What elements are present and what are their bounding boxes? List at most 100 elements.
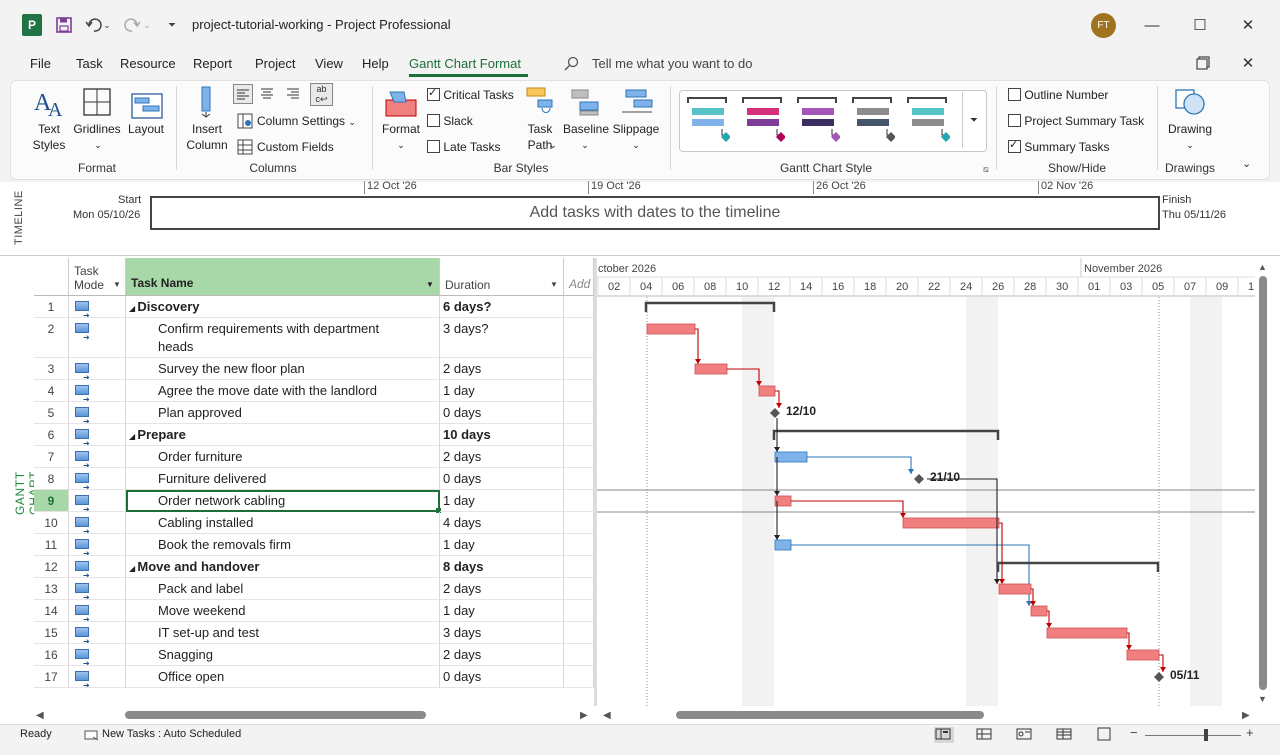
task-mode-cell[interactable]: ➔ [69,512,126,534]
add-column-cell[interactable] [564,358,594,380]
duration-cell[interactable]: 3 days? [440,318,564,358]
task-name-cell[interactable]: ◢ Move and handover [126,556,440,578]
task-mode-cell[interactable]: ➔ [69,490,126,512]
drawing-icon[interactable] [1174,86,1206,121]
wrap-text-icon[interactable]: ab c↩ [310,83,333,106]
redo-icon[interactable] [122,14,142,36]
lightbulb-search-icon[interactable] [564,56,580,75]
duration-cell[interactable]: 2 days [440,358,564,380]
column-header-add-new[interactable]: Add [564,258,594,296]
text-styles-button[interactable]: AA [34,88,64,122]
menu-resource[interactable]: Resource [120,56,176,71]
late-tasks-checkbox[interactable]: Late Tasks [427,140,501,154]
add-column-cell[interactable] [564,490,594,512]
align-center-icon[interactable] [258,84,278,104]
row-id[interactable]: 15 [34,622,69,644]
minimize-icon[interactable]: — [1141,14,1163,36]
table-row[interactable]: 5 ➔ Plan approved 0 days [34,402,594,424]
custom-fields-icon[interactable] [237,139,253,158]
row-id[interactable]: 6 [34,424,69,446]
task-name-cell[interactable]: Office open [126,666,440,688]
task-name-cell[interactable]: Book the removals firm [126,534,440,556]
table-row[interactable]: 2 ➔ Confirm requirements with department he… [34,318,594,358]
add-column-cell[interactable] [564,402,594,424]
zoom-in-icon[interactable]: + [1246,725,1254,740]
add-column-cell[interactable] [564,556,594,578]
add-column-cell[interactable] [564,446,594,468]
task-usage-view-icon[interactable] [975,727,993,744]
duration-cell[interactable]: 10 days [440,424,564,446]
row-id[interactable]: 14 [34,600,69,622]
duration-cell[interactable]: 2 days [440,578,564,600]
tell-me-search[interactable]: Tell me what you want to do [592,56,752,71]
row-id[interactable]: 7 [34,446,69,468]
row-id[interactable]: 8 [34,468,69,490]
scroll-right-icon[interactable]: ▶ [580,710,588,721]
zoom-out-icon[interactable]: − [1130,725,1138,740]
table-row[interactable]: 4 ➔ Agree the move date with the landlord 1… [34,380,594,402]
task-mode-cell[interactable]: ➔ [69,318,126,358]
task-name-cell[interactable]: Pack and label [126,578,440,600]
duration-filter-icon[interactable]: ▼ [550,280,558,289]
drawing-label[interactable]: Drawing [1164,121,1216,137]
vertical-scrollbar[interactable] [1259,276,1267,690]
task-name-cell[interactable]: Survey the new floor plan [126,358,440,380]
duration-cell[interactable]: 3 days [440,622,564,644]
slippage-icon[interactable] [620,88,654,121]
collapse-ribbon-icon[interactable]: ⌄ [1242,157,1251,170]
task-mode-cell[interactable]: ➔ [69,296,126,318]
add-column-cell[interactable] [564,318,594,358]
task-name-cell[interactable]: Plan approved [126,402,440,424]
gantt-style-magenta[interactable] [741,95,786,148]
task-mode-cell[interactable]: ➔ [69,578,126,600]
task-mode-cell[interactable]: ➔ [69,468,126,490]
task-mode-cell[interactable]: ➔ [69,556,126,578]
table-row[interactable]: 12 ➔ ◢ Move and handover 8 days [34,556,594,578]
duration-cell[interactable]: 1 day [440,534,564,556]
row-id[interactable]: 4 [34,380,69,402]
row-id[interactable]: 3 [34,358,69,380]
task-name-cell[interactable]: Agree the move date with the landlord [126,380,440,402]
outline-number-checkbox[interactable]: Outline Number [1008,88,1108,102]
table-row[interactable]: 14 ➔ Move weekend 1 day [34,600,594,622]
table-row[interactable]: 1 ➔ ◢ Discovery 6 days? [34,296,594,318]
duration-cell[interactable]: 2 days [440,644,564,666]
dialog-launcher-icon[interactable]: ⧅ [983,164,989,175]
insert-column-icon[interactable] [193,86,219,121]
task-path-dropdown-icon[interactable]: ⌄ [545,137,561,153]
undo-icon[interactable] [84,14,104,36]
undo-dropdown-icon[interactable]: ⌄ [102,14,112,36]
summary-tasks-checkbox[interactable]: Summary Tasks [1008,138,1109,154]
row-id[interactable]: 9 [34,490,69,512]
project-summary-task-checkbox[interactable]: Project Summary Task [1008,114,1144,128]
gridlines-dropdown-icon[interactable]: ⌄ [90,137,106,153]
table-row[interactable]: 6 ➔ ◢ Prepare 10 days [34,424,594,446]
add-column-cell[interactable] [564,578,594,600]
task-mode-cell[interactable]: ➔ [69,402,126,424]
user-avatar[interactable]: FT [1091,13,1116,38]
close-document-icon[interactable]: ✕ [1237,52,1259,74]
duration-cell[interactable]: 4 days [440,512,564,534]
row-id[interactable]: 11 [34,534,69,556]
format-bar-icon[interactable] [384,88,418,121]
table-row[interactable]: 13 ➔ Pack and label 2 days [34,578,594,600]
task-mode-cell[interactable]: ➔ [69,644,126,666]
add-column-cell[interactable] [564,296,594,318]
format-label[interactable]: Format [378,121,424,137]
duration-cell[interactable]: 0 days [440,666,564,688]
task-name-cell[interactable]: ◢ Prepare [126,424,440,446]
table-row[interactable]: 9 ➔ Order network cabling 1 day [34,490,594,513]
slippage-dropdown-icon[interactable]: ⌄ [628,137,644,153]
task-name-cell[interactable]: Furniture delivered [126,468,440,490]
add-column-cell[interactable] [564,380,594,402]
column-settings-icon[interactable] [237,113,253,132]
task-mode-filter-icon[interactable]: ▼ [113,278,121,292]
add-column-cell[interactable] [564,666,594,688]
task-mode-cell[interactable]: ➔ [69,534,126,556]
column-header-duration[interactable]: Duration ▼ [440,258,564,296]
zoom-slider-thumb[interactable] [1204,729,1208,741]
align-right-icon[interactable] [284,84,304,104]
resource-sheet-view-icon[interactable] [1055,727,1073,744]
slack-checkbox[interactable]: Slack [427,114,473,128]
row-id[interactable]: 2 [34,318,69,358]
